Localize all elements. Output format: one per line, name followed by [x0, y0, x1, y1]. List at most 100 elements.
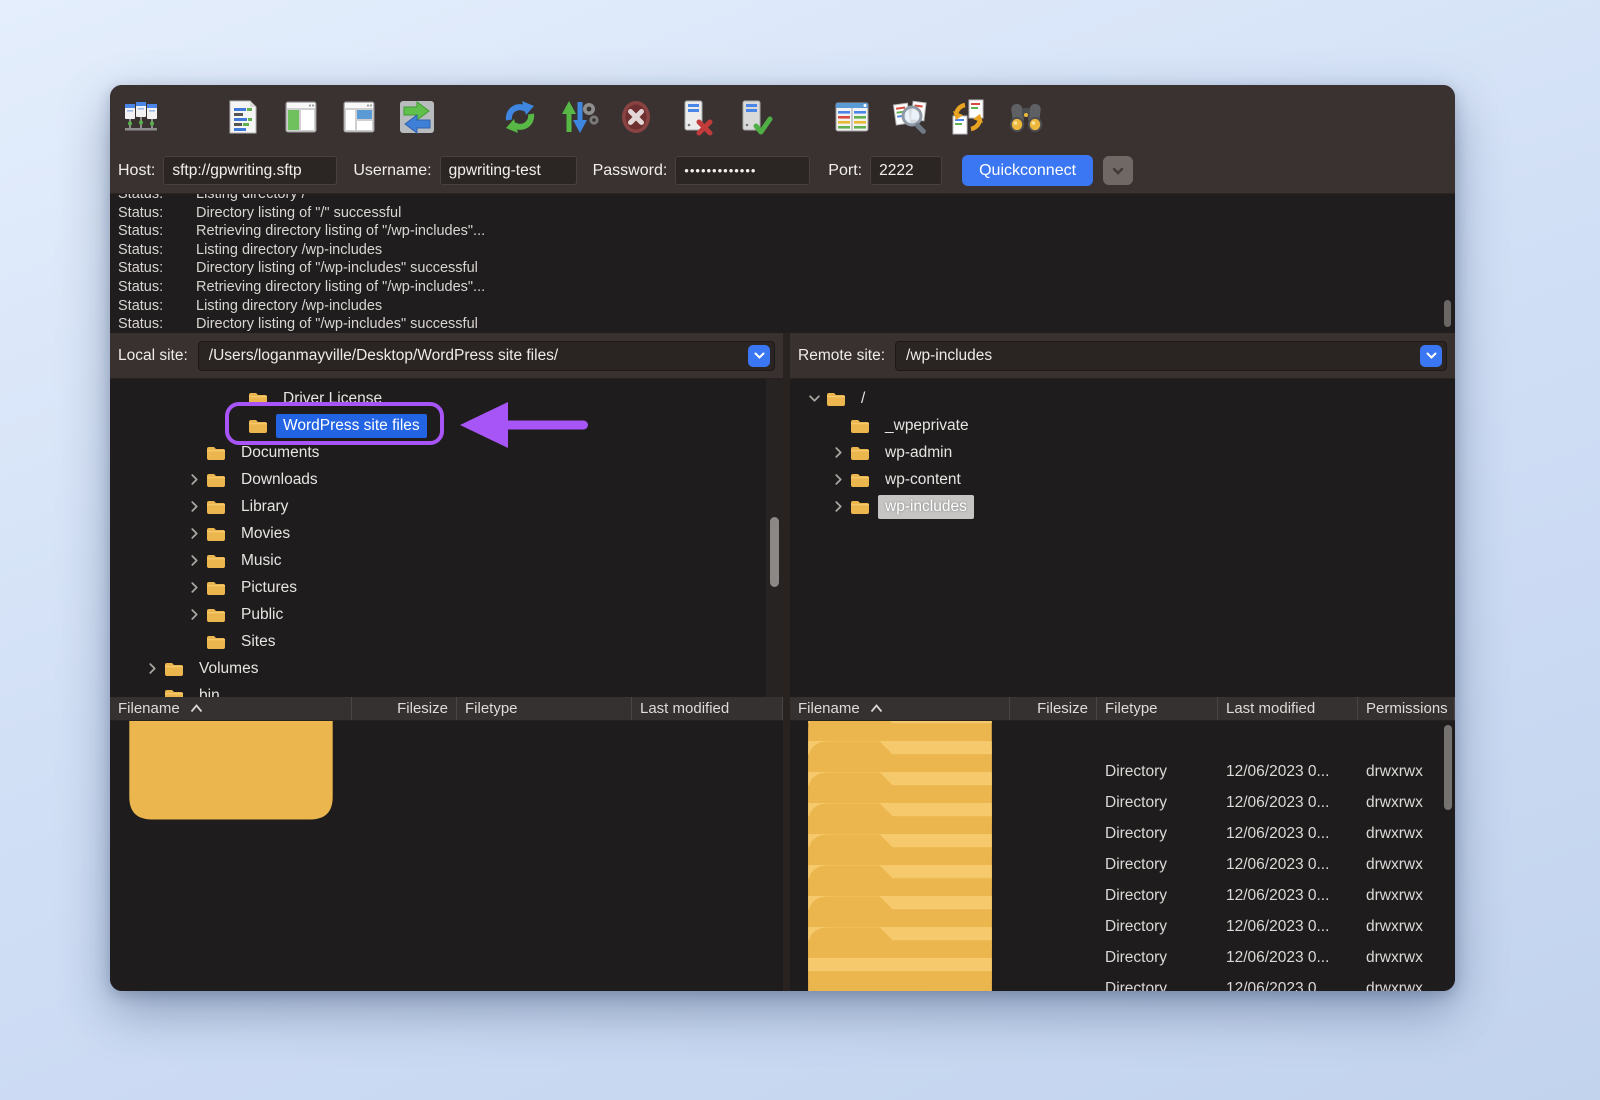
column-header-label: Last modified: [640, 700, 729, 717]
port-input[interactable]: [870, 156, 942, 185]
local-tree-item-movies[interactable]: Movies: [110, 520, 783, 547]
file-row-block-patterns[interactable]: block-patternsDirectory12/06/2023 0...dr…: [790, 973, 1455, 991]
quickconnect-button[interactable]: Quickconnect: [962, 155, 1093, 186]
local-tree-icon: [279, 95, 323, 139]
column-header-permissions[interactable]: Permissions: [1358, 697, 1455, 720]
expand-arrow[interactable]: [182, 580, 206, 596]
last-modified-cell: 12/06/2023 0...: [1218, 918, 1358, 936]
local-tree-item-downloads[interactable]: Downloads: [110, 466, 783, 493]
permissions-cell: drwxrwx: [1358, 794, 1455, 812]
cancel-button[interactable]: [613, 93, 659, 141]
refresh-button[interactable]: [497, 93, 543, 141]
local-tree-item-sites[interactable]: Sites: [110, 628, 783, 655]
disconnect-button[interactable]: [671, 93, 717, 141]
local-tree-item-public[interactable]: Public: [110, 601, 783, 628]
filetype-cell: Directory: [1097, 856, 1218, 874]
expand-arrow[interactable]: [182, 526, 206, 542]
remote-tree-item-wpeprivate[interactable]: _wpeprivate: [790, 412, 1455, 439]
pane-splitter[interactable]: [783, 333, 790, 991]
process-queue-button[interactable]: [555, 93, 601, 141]
tree-item-label: Driver License: [276, 387, 389, 411]
column-header-last-modified[interactable]: Last modified: [632, 697, 783, 720]
tree-item-label: Music: [234, 549, 288, 573]
chevron-right-icon: [833, 501, 844, 512]
chevron-right-icon: [833, 474, 844, 485]
filetype-cell: Directory: [1097, 949, 1218, 967]
tree-item-label: Documents: [234, 441, 326, 465]
local-path-dropdown-button[interactable]: [748, 345, 770, 367]
remote-tree-item-root[interactable]: /: [790, 385, 1455, 412]
column-header-filesize[interactable]: Filesize: [1010, 697, 1097, 720]
last-modified-cell: 12/06/2023 0...: [1218, 980, 1358, 992]
collapse-arrow[interactable]: [802, 391, 826, 407]
filetype-cell: Directory: [1097, 825, 1218, 843]
local-tree-item-bin[interactable]: bin: [110, 682, 783, 697]
message-log-toggle-button[interactable]: [220, 93, 266, 141]
folder-icon: [248, 418, 268, 434]
log-entry: Status:Retrieving directory listing of "…: [118, 278, 1447, 297]
expander-spacer: [826, 418, 850, 434]
expand-arrow[interactable]: [140, 661, 164, 677]
expand-arrow[interactable]: [182, 499, 206, 515]
filetype-cell: Directory: [1097, 980, 1218, 992]
folder-icon: [164, 661, 184, 677]
transfer-queue-toggle-button[interactable]: [394, 93, 440, 141]
chevron-right-icon: [189, 528, 200, 539]
local-tree-item-pictures[interactable]: Pictures: [110, 574, 783, 601]
column-header-label: Filetype: [465, 700, 518, 717]
log-entry: Status:Directory listing of "/wp-include…: [118, 315, 1447, 333]
local-tree-scrollbar[interactable]: [766, 379, 783, 697]
folder-icon: [206, 607, 226, 623]
column-header-filename[interactable]: Filename: [110, 697, 352, 720]
folder-icon: [118, 721, 344, 831]
local-tree-item-volumes[interactable]: Volumes: [110, 655, 783, 682]
local-tree-item-library[interactable]: Library: [110, 493, 783, 520]
column-header-filetype[interactable]: Filetype: [457, 697, 632, 720]
column-header-filetype[interactable]: Filetype: [1097, 697, 1218, 720]
log-entry: Status:Retrieving directory listing of "…: [118, 222, 1447, 241]
reconnect-button[interactable]: [729, 93, 775, 141]
local-site-label: Local site:: [118, 347, 188, 365]
remote-tree-item-wp-admin[interactable]: wp-admin: [790, 439, 1455, 466]
password-input[interactable]: [675, 156, 810, 185]
folder-icon: [206, 553, 226, 569]
expander-spacer: [182, 445, 206, 461]
expand-arrow[interactable]: [182, 607, 206, 623]
expand-arrow[interactable]: [182, 472, 206, 488]
disconnect-icon: [672, 95, 716, 139]
folder-icon: [206, 472, 226, 488]
permissions-cell: drwxrwx: [1358, 949, 1455, 967]
tree-item-label: _wpeprivate: [878, 414, 976, 438]
expand-arrow[interactable]: [826, 499, 850, 515]
local-tree-toggle-button[interactable]: [278, 93, 324, 141]
local-tree-item-music[interactable]: Music: [110, 547, 783, 574]
log-entry: Status:Listing directory /: [118, 194, 1447, 204]
column-header-last-modified[interactable]: Last modified: [1218, 697, 1358, 720]
expand-arrow[interactable]: [826, 445, 850, 461]
expand-arrow[interactable]: [826, 472, 850, 488]
local-tree-scrollbar-thumb[interactable]: [770, 517, 779, 587]
directory-comparison-button[interactable]: [829, 93, 875, 141]
remote-list-scrollbar-thumb[interactable]: [1444, 725, 1452, 810]
filename-filters-button[interactable]: [887, 93, 933, 141]
local-tree-item-driver-license[interactable]: Driver License: [110, 385, 783, 412]
file-row-root[interactable]: ..: [110, 725, 783, 756]
remote-path-field[interactable]: /wp-includes: [895, 341, 1447, 371]
remote-tree-toggle-button[interactable]: [336, 93, 382, 141]
local-path-field[interactable]: /Users/loganmayville/Desktop/WordPress s…: [198, 341, 775, 371]
column-header-filename[interactable]: Filename: [790, 697, 1010, 720]
quickconnect-dropdown-button[interactable]: [1103, 156, 1133, 185]
expand-arrow[interactable]: [182, 553, 206, 569]
host-input[interactable]: [163, 156, 337, 185]
local-tree-item-wordpress-site-files[interactable]: WordPress site files: [110, 412, 783, 439]
log-scrollbar-thumb[interactable]: [1444, 300, 1451, 327]
username-input[interactable]: [440, 156, 577, 185]
site-manager-button[interactable]: [118, 93, 164, 141]
remote-path-dropdown-button[interactable]: [1420, 345, 1442, 367]
remote-tree-item-wp-includes[interactable]: wp-includes: [790, 493, 1455, 520]
column-header-filesize[interactable]: Filesize: [352, 697, 457, 720]
find-files-button[interactable]: [1003, 93, 1049, 141]
local-tree-item-documents[interactable]: Documents: [110, 439, 783, 466]
synchronized-browsing-button[interactable]: [945, 93, 991, 141]
remote-tree-item-wp-content[interactable]: wp-content: [790, 466, 1455, 493]
